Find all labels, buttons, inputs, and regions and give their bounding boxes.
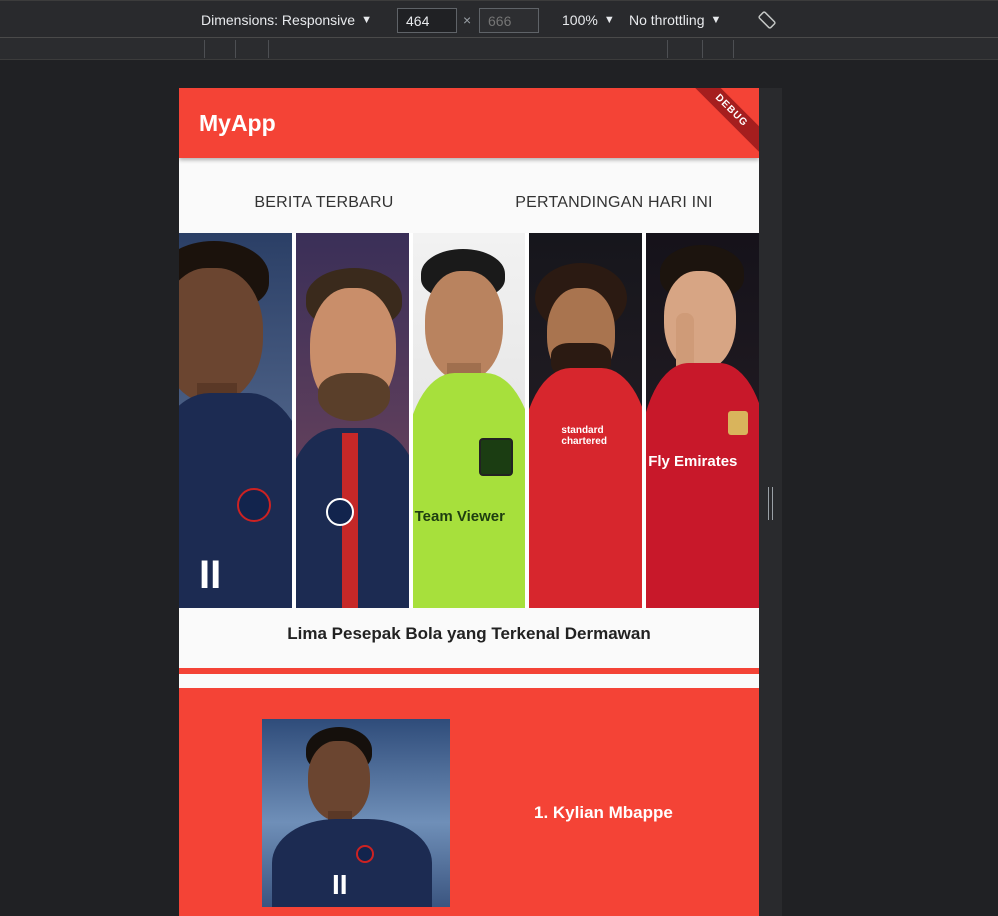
player-name: 1. Kylian Mbappe (534, 803, 673, 822)
height-input[interactable] (479, 8, 539, 33)
section-divider (179, 668, 759, 674)
throttling-dropdown[interactable]: No throttling ▼ (629, 1, 721, 39)
tab-pertandingan-hari-ini[interactable]: PERTANDINGAN HARI INI (469, 158, 759, 233)
player-card[interactable]: II 1. Kylian Mbappe (179, 688, 759, 916)
player-photo-mbappe: II (179, 233, 292, 608)
device-viewport: MyApp DEBUG BERITA TERBARU PERTANDINGAN … (179, 88, 759, 916)
chevron-down-icon: ▼ (603, 14, 615, 26)
chevron-down-icon: ▼ (361, 14, 372, 26)
player-thumbnail: II (262, 719, 450, 907)
times-symbol: × (463, 12, 472, 28)
player-photo-ronaldo: Team Viewer (412, 233, 526, 608)
player-photo-messi (295, 233, 409, 608)
tab-bar: BERITA TERBARU PERTANDINGAN HARI INI (179, 158, 759, 233)
app-bar: MyApp (179, 88, 759, 158)
app-title: MyApp (199, 110, 276, 136)
dimensions-dropdown[interactable]: Dimensions: Responsive ▼ (201, 1, 372, 39)
player-photo-salah: standard chartered (529, 233, 643, 608)
sponsor-text-teamviewer: Team Viewer (414, 508, 505, 525)
rotate-icon (758, 11, 776, 29)
throttling-label: No throttling (629, 12, 705, 28)
devtools-toolbar: Dimensions: Responsive ▼ × 100% ▼ No thr… (0, 0, 998, 38)
tab-berita-terbaru[interactable]: BERITA TERBARU (179, 158, 469, 233)
device-resize-handle[interactable] (768, 487, 773, 520)
chevron-down-icon: ▼ (710, 14, 722, 26)
debug-label: DEBUG (682, 88, 759, 160)
hero-image-collage: II Team Viewer standard chartered Fly Em… (179, 233, 759, 608)
debug-banner: DEBUG (679, 88, 759, 168)
hero-caption: Lima Pesepak Bola yang Terkenal Dermawan (287, 624, 651, 643)
media-query-ruler[interactable] (0, 38, 998, 60)
width-input[interactable] (397, 8, 457, 33)
dimensions-label: Dimensions: Responsive (201, 12, 356, 28)
zoom-label: 100% (562, 12, 598, 28)
sponsor-text-standard-chartered: standard chartered (561, 425, 607, 447)
rotate-button[interactable] (758, 1, 776, 39)
sponsor-text-emirates: Fly Emirates (648, 453, 738, 470)
player-photo-ozil: Fly Emirates (646, 233, 759, 608)
zoom-dropdown[interactable]: 100% ▼ (562, 1, 615, 39)
